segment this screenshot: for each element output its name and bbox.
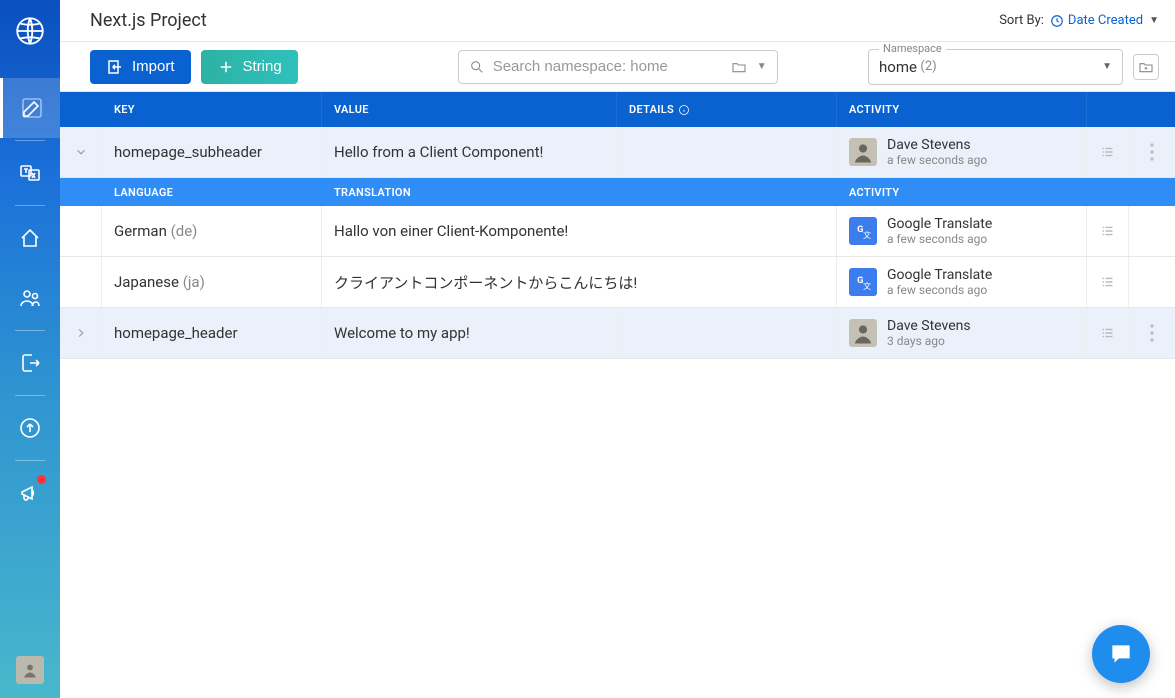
google-translate-icon: G文 [849, 268, 877, 296]
nav-separator [15, 205, 45, 206]
activity-cell: Dave Stevens a few seconds ago [837, 127, 1087, 177]
caret-down-icon: ▼ [1102, 61, 1112, 72]
google-translate-icon: G文 [849, 217, 877, 245]
search-input[interactable] [493, 58, 723, 75]
details-cell [617, 127, 837, 177]
value-cell[interactable]: Welcome to my app! [322, 308, 617, 358]
activity-time: 3 days ago [887, 334, 971, 348]
nav-separator [15, 330, 45, 331]
key-cell[interactable]: homepage_header [102, 308, 322, 358]
caret-down-icon[interactable]: ▼ [757, 61, 767, 72]
nav-item-edit[interactable] [0, 78, 60, 138]
search-box[interactable]: ▼ [458, 50, 778, 84]
table-row: Japanese (ja) クライアントコンポーネントからこんにちは! G文 G… [60, 257, 1175, 308]
activity-time: a few seconds ago [887, 153, 987, 167]
details-cell [617, 308, 837, 358]
sort-dropdown[interactable]: Date Created ▼ [1050, 13, 1159, 28]
svg-text:文: 文 [863, 281, 871, 291]
add-string-button[interactable]: String [201, 50, 298, 84]
nav-item-export[interactable] [0, 333, 60, 393]
namespace-count: (2) [920, 59, 936, 74]
chevron-right-icon [74, 326, 88, 340]
add-namespace-button[interactable] [1133, 54, 1159, 80]
avatar [849, 319, 877, 347]
activity-time: a few seconds ago [887, 232, 992, 246]
nav-item-home[interactable] [0, 208, 60, 268]
string-label: String [243, 58, 282, 75]
nav-separator [15, 140, 45, 141]
nav-separator [15, 395, 45, 396]
activity-actor: Google Translate [887, 216, 992, 232]
details-button[interactable] [1087, 308, 1129, 358]
page-title: Next.js Project [90, 10, 207, 31]
col-activity[interactable]: ACTIVITY [837, 92, 1087, 127]
strings-table: KEY VALUE DETAILS ACTIVITY homepage_subh… [60, 92, 1175, 359]
translation-cell[interactable]: クライアントコンポーネントからこんにちは! [322, 257, 837, 307]
folder-icon[interactable] [731, 59, 747, 75]
expand-toggle[interactable] [60, 127, 102, 177]
col-value[interactable]: VALUE [322, 92, 617, 127]
logo[interactable] [13, 14, 47, 48]
search-icon [469, 59, 485, 75]
col-translation: TRANSLATION [322, 178, 837, 206]
namespace-value: home [879, 58, 917, 76]
nav-separator [15, 460, 45, 461]
translation-cell[interactable]: Hallo von einer Client-Komponente! [322, 206, 837, 256]
toolbar: Import String ▼ Namespace home (2) ▼ [60, 42, 1175, 92]
chat-button[interactable] [1092, 625, 1150, 683]
user-avatar[interactable] [16, 656, 44, 684]
table-header: KEY VALUE DETAILS ACTIVITY [60, 92, 1175, 127]
info-icon [678, 104, 690, 116]
nav-item-translate[interactable] [0, 143, 60, 203]
avatar [849, 138, 877, 166]
sort-label: Sort By: [999, 13, 1044, 28]
nav-item-upload[interactable] [0, 398, 60, 458]
nav-item-announcements[interactable] [0, 463, 60, 523]
svg-text:文: 文 [863, 230, 871, 240]
details-button[interactable] [1087, 127, 1129, 177]
import-button[interactable]: Import [90, 50, 191, 84]
sidebar [0, 0, 60, 698]
caret-down-icon: ▼ [1149, 15, 1159, 26]
topbar: Next.js Project Sort By: Date Created ▼ [60, 0, 1175, 42]
notification-dot [37, 475, 46, 484]
namespace-field-label: Namespace [879, 42, 946, 55]
more-button[interactable] [1129, 308, 1175, 358]
activity-actor: Dave Stevens [887, 318, 971, 334]
more-button[interactable] [1129, 127, 1175, 177]
chevron-down-icon [74, 145, 88, 159]
activity-time: a few seconds ago [887, 283, 992, 297]
table-row: homepage_header Welcome to my app! Dave … [60, 308, 1175, 359]
language-cell[interactable]: German (de) [102, 206, 322, 256]
namespace-select[interactable]: Namespace home (2) ▼ [868, 49, 1123, 85]
table-row: German (de) Hallo von einer Client-Kompo… [60, 206, 1175, 257]
activity-cell: Dave Stevens 3 days ago [837, 308, 1087, 358]
activity-actor: Dave Stevens [887, 137, 987, 153]
import-label: Import [132, 58, 175, 75]
translations-header: LANGUAGE TRANSLATION ACTIVITY [60, 178, 1175, 206]
activity-actor: Google Translate [887, 267, 992, 283]
language-cell[interactable]: Japanese (ja) [102, 257, 322, 307]
table-row: homepage_subheader Hello from a Client C… [60, 127, 1175, 178]
sort-value: Date Created [1068, 13, 1143, 28]
col-key[interactable]: KEY [102, 92, 322, 127]
details-button[interactable] [1087, 257, 1129, 307]
key-cell[interactable]: homepage_subheader [102, 127, 322, 177]
expand-toggle[interactable] [60, 308, 102, 358]
col-details[interactable]: DETAILS [617, 92, 837, 127]
value-cell[interactable]: Hello from a Client Component! [322, 127, 617, 177]
col-activity: ACTIVITY [837, 178, 1087, 206]
col-language: LANGUAGE [102, 178, 322, 206]
activity-cell: G文 Google Translate a few seconds ago [837, 257, 1087, 307]
main-panel: Next.js Project Sort By: Date Created ▼ … [60, 0, 1175, 698]
details-button[interactable] [1087, 206, 1129, 256]
activity-cell: G文 Google Translate a few seconds ago [837, 206, 1087, 256]
nav-item-users[interactable] [0, 268, 60, 328]
